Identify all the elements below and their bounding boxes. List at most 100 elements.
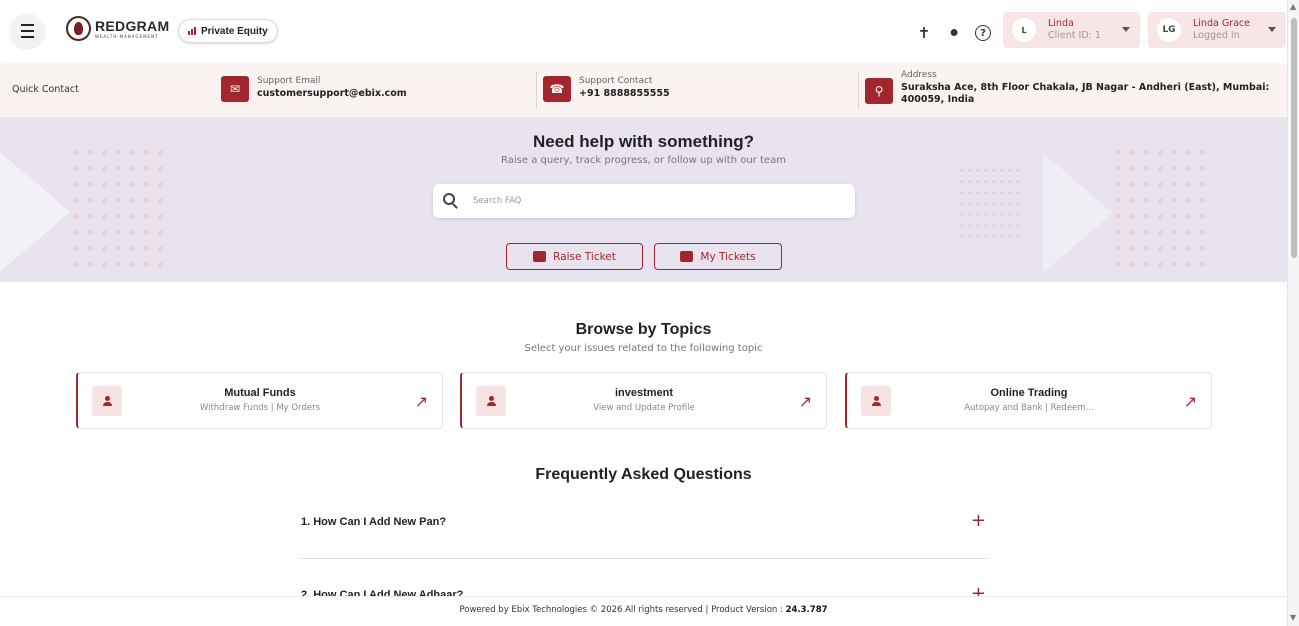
user-menu[interactable]: LG Linda Grace Logged In bbox=[1148, 12, 1286, 48]
client-selector[interactable]: L Linda Client ID: 1 bbox=[1003, 12, 1140, 48]
decorative-dot bbox=[1144, 214, 1149, 219]
decorative-dots bbox=[1116, 150, 1205, 267]
browse-topics-subtitle: Select your issues related to the follow… bbox=[524, 343, 763, 354]
divider bbox=[300, 558, 988, 559]
decorative-dot bbox=[1116, 198, 1121, 203]
scroll-down-icon[interactable]: ▼ bbox=[1290, 613, 1296, 622]
raise-ticket-button[interactable]: Raise Ticket bbox=[506, 243, 643, 270]
decorative-dot bbox=[1186, 166, 1191, 171]
faq-item[interactable]: 1. How Can I Add New Pan? + bbox=[300, 507, 988, 559]
user-icon bbox=[476, 386, 506, 416]
topic-card-online-trading[interactable]: Online Trading Autopay and Bank | Redeem… bbox=[845, 372, 1212, 429]
support-email[interactable]: ✉ Support Email customersupport@ebix.com bbox=[221, 76, 407, 102]
palette-icon[interactable]: ⚫ bbox=[945, 24, 963, 42]
decorative-dot bbox=[960, 202, 963, 205]
decorative-dots bbox=[960, 169, 1019, 238]
decorative-dot bbox=[1158, 182, 1163, 187]
decorative-dot bbox=[1130, 182, 1135, 187]
user-icon bbox=[861, 386, 891, 416]
decorative-dot bbox=[968, 202, 971, 205]
arrow-up-right-icon[interactable]: ↗ bbox=[1184, 392, 1197, 411]
decorative-dot bbox=[1016, 180, 1019, 183]
decorative-dot bbox=[984, 213, 987, 216]
support-contact-value[interactable]: +91 8888855555 bbox=[579, 88, 670, 100]
accessibility-icon[interactable]: ✝ bbox=[915, 24, 933, 42]
decorative-dot bbox=[968, 169, 971, 172]
decorative-dot bbox=[1144, 246, 1149, 251]
decorative-dot bbox=[116, 214, 121, 219]
decorative-dot bbox=[1000, 202, 1003, 205]
decorative-dot bbox=[976, 224, 979, 227]
topic-title: Mutual Funds bbox=[224, 387, 296, 399]
topic-title: investment bbox=[614, 387, 674, 399]
decorative-dot bbox=[1000, 224, 1003, 227]
decorative-dot bbox=[1130, 262, 1135, 267]
raise-ticket-label: Raise Ticket bbox=[553, 250, 616, 263]
decorative-dot bbox=[158, 230, 163, 235]
decorative-dot bbox=[158, 262, 163, 267]
decorative-dot bbox=[960, 169, 963, 172]
decorative-dot bbox=[144, 182, 149, 187]
decorative-dot bbox=[960, 224, 963, 227]
decorative-dot bbox=[1158, 230, 1163, 235]
support-contact[interactable]: ☎ Support Contact +91 8888855555 bbox=[543, 76, 670, 102]
search-icon bbox=[443, 193, 455, 205]
menu-button[interactable] bbox=[10, 14, 44, 48]
decorative-dot bbox=[1016, 202, 1019, 205]
app-footer: Powered by Ebix Technologies © 2026 All … bbox=[0, 596, 1287, 623]
decorative-dot bbox=[130, 198, 135, 203]
brand-subtitle: WEALTH MANAGEMENT bbox=[95, 33, 159, 39]
client-id: Client ID: 1 bbox=[1048, 30, 1101, 41]
decorative-dot bbox=[1016, 191, 1019, 194]
my-tickets-button[interactable]: My Tickets bbox=[654, 243, 782, 270]
user-icon bbox=[92, 386, 122, 416]
address-title: Address bbox=[901, 70, 937, 80]
decorative-dots bbox=[74, 150, 163, 267]
decorative-dot bbox=[102, 230, 107, 235]
decorative-dot bbox=[1130, 214, 1135, 219]
help-icon[interactable]: ? bbox=[975, 25, 991, 41]
page-scrollbar[interactable]: ▲ ▼ bbox=[1287, 0, 1299, 626]
plus-icon[interactable]: + bbox=[971, 510, 986, 531]
decorative-dot bbox=[1144, 166, 1149, 171]
decorative-dot bbox=[1116, 262, 1121, 267]
arrow-up-right-icon[interactable]: ↗ bbox=[415, 392, 428, 411]
decorative-dot bbox=[1000, 169, 1003, 172]
brand-logo[interactable]: REDGRAM WEALTH MANAGEMENT bbox=[66, 16, 169, 41]
browse-topics-title: Browse by Topics bbox=[575, 321, 712, 338]
decorative-dot bbox=[1116, 214, 1121, 219]
decorative-dot bbox=[1186, 214, 1191, 219]
decorative-dot bbox=[1158, 198, 1163, 203]
hamburger-icon bbox=[20, 22, 34, 40]
decorative-dot bbox=[968, 224, 971, 227]
product-switcher-pill[interactable]: Private Equity bbox=[178, 19, 278, 43]
decorative-dot bbox=[130, 230, 135, 235]
decorative-dot bbox=[1172, 198, 1177, 203]
logo-mark-icon bbox=[66, 16, 91, 41]
client-name: Linda bbox=[1048, 18, 1074, 30]
decorative-dot bbox=[1200, 198, 1205, 203]
arrow-up-right-icon[interactable]: ↗ bbox=[799, 392, 812, 411]
scroll-up-icon[interactable]: ▲ bbox=[1290, 2, 1296, 11]
decorative-triangle bbox=[0, 152, 70, 272]
decorative-dot bbox=[88, 198, 93, 203]
decorative-dot bbox=[1186, 182, 1191, 187]
decorative-dot bbox=[1200, 182, 1205, 187]
decorative-dot bbox=[960, 180, 963, 183]
decorative-dot bbox=[1172, 182, 1177, 187]
quick-contact-label: Quick Contact bbox=[12, 84, 79, 95]
topic-card-mutual-funds[interactable]: Mutual Funds Withdraw Funds | My Orders … bbox=[76, 372, 443, 429]
search-input[interactable] bbox=[473, 192, 833, 210]
decorative-dot bbox=[1016, 213, 1019, 216]
decorative-dot bbox=[116, 198, 121, 203]
decorative-dot bbox=[1008, 224, 1011, 227]
decorative-dot bbox=[984, 169, 987, 172]
decorative-dot bbox=[116, 262, 121, 267]
client-avatar: L bbox=[1012, 18, 1036, 42]
decorative-dot bbox=[960, 213, 963, 216]
support-email-value[interactable]: customersupport@ebix.com bbox=[257, 88, 407, 100]
decorative-dot bbox=[968, 180, 971, 183]
decorative-dot bbox=[1172, 230, 1177, 235]
topic-card-investment[interactable]: investment View and Update Profile ↗ bbox=[460, 372, 827, 429]
scrollbar-thumb[interactable] bbox=[1291, 18, 1297, 258]
